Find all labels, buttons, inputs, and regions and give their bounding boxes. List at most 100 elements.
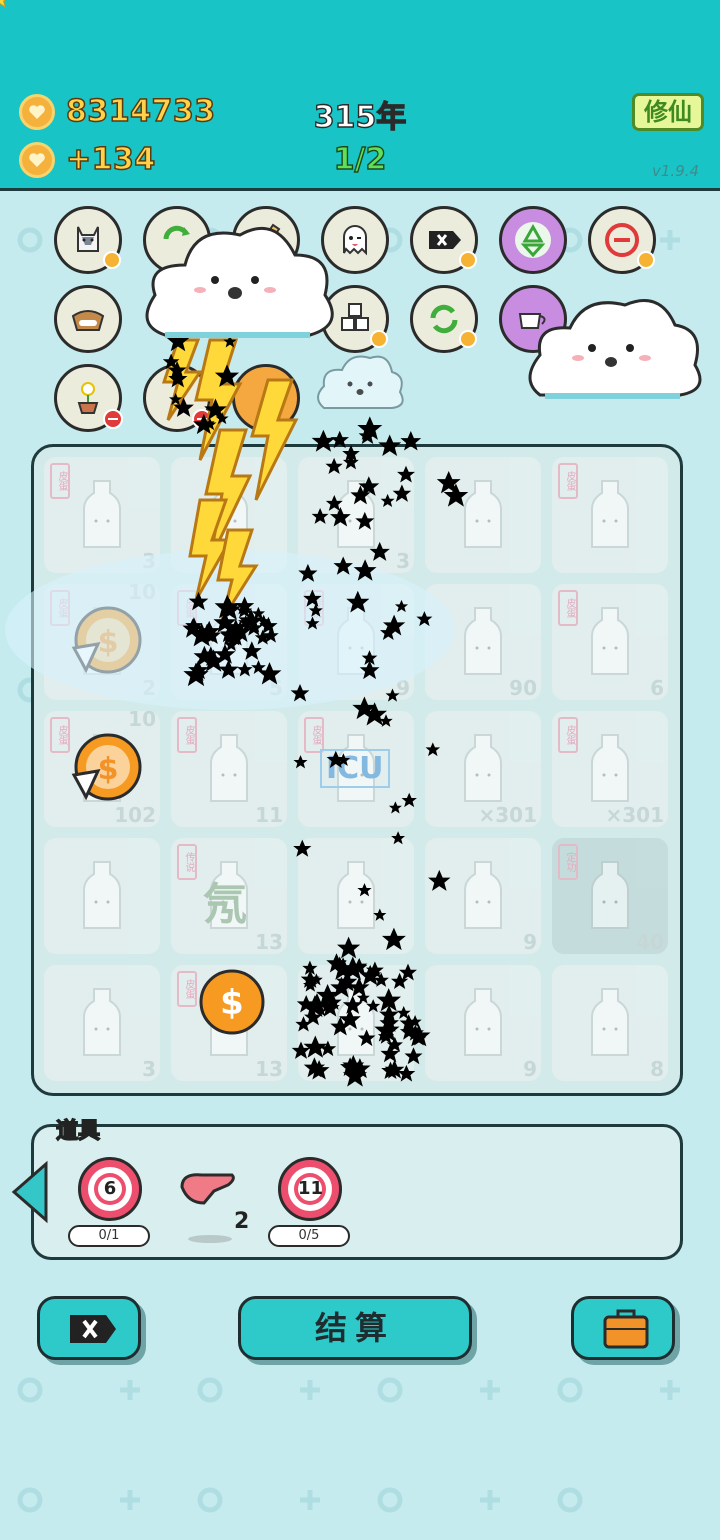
item-art-icon bbox=[464, 988, 502, 1056]
board-cell[interactable] bbox=[425, 457, 541, 573]
coin-slice-icon: $ bbox=[71, 733, 142, 801]
cell-count: 11 bbox=[255, 803, 283, 827]
board-cell[interactable] bbox=[298, 965, 414, 1081]
board-cell[interactable]: 3 bbox=[298, 457, 414, 573]
target-item-value: 6 bbox=[98, 1177, 122, 1201]
dog-food-button[interactable] bbox=[54, 285, 122, 353]
milk-jug-button[interactable] bbox=[499, 285, 567, 353]
arrow-left-icon[interactable] bbox=[8, 1160, 50, 1224]
flower-pot-button[interactable] bbox=[54, 364, 123, 432]
board-cell[interactable] bbox=[298, 838, 414, 954]
board-cell[interactable]: 皮蛋 13 bbox=[171, 965, 287, 1081]
remove-tag-icon bbox=[70, 1315, 116, 1343]
board-cell[interactable]: 皮蛋 ICU bbox=[298, 711, 414, 827]
rarity-tag: 皮蛋 bbox=[558, 590, 578, 626]
refresh-arrow-icon bbox=[163, 225, 190, 240]
game-board: 皮蛋 3 3 皮蛋 皮蛋 10 2 皮蛋 5 传说 9 90 皮蛋 6 皮蛋 10 102 皮蛋 11 皮蛋 ICU ×3… bbox=[31, 444, 683, 1096]
rarity-tag: 皮蛋 bbox=[177, 590, 197, 626]
inventory-button[interactable] bbox=[571, 1296, 675, 1360]
rarity-tag: 传说 bbox=[304, 590, 324, 626]
svg-text:$: $ bbox=[98, 625, 119, 660]
target-item-button[interactable]: 11 bbox=[278, 1157, 342, 1221]
cell-count: 40 bbox=[636, 930, 664, 954]
board-cell[interactable]: 90 bbox=[425, 584, 541, 700]
minus-button[interactable] bbox=[588, 206, 656, 274]
board-cell[interactable]: 皮蛋 bbox=[552, 457, 668, 573]
cultivate-button[interactable]: 修仙 bbox=[632, 93, 704, 131]
income-rate: +134 bbox=[65, 141, 156, 178]
item-art-icon bbox=[464, 734, 502, 802]
minus-badge-icon bbox=[103, 409, 123, 429]
orange-item-button[interactable] bbox=[232, 364, 300, 432]
board-cell[interactable]: 皮蛋 ×301 bbox=[552, 711, 668, 827]
liver-icon[interactable] bbox=[178, 1169, 238, 1209]
heart-badge-icon bbox=[459, 330, 477, 348]
rarity-tag: 皮蛋 bbox=[304, 717, 324, 753]
cycle-button[interactable] bbox=[410, 285, 478, 353]
husky-dog-button[interactable] bbox=[54, 206, 122, 274]
item-art-icon bbox=[337, 988, 375, 1056]
target-item-progress: 0/1 bbox=[68, 1225, 150, 1247]
board-cell[interactable]: 传说 13 氖 bbox=[171, 838, 287, 954]
heart-badge-icon bbox=[103, 251, 121, 269]
rarity-tag: 皮蛋 bbox=[50, 717, 70, 753]
item-art-icon bbox=[464, 861, 502, 929]
cell-count: 3 bbox=[396, 549, 410, 573]
item-art-icon bbox=[83, 861, 121, 929]
cell-count: 9 bbox=[523, 930, 537, 954]
cell-count: 13 bbox=[255, 930, 283, 954]
empty-slot-button[interactable] bbox=[143, 364, 212, 432]
board-cell[interactable]: 皮蛋 5 bbox=[171, 584, 287, 700]
board-cell[interactable]: 皮蛋 3 bbox=[44, 457, 160, 573]
cell-count: 8 bbox=[650, 1057, 664, 1081]
cell-count: ×301 bbox=[605, 803, 664, 827]
board-cell[interactable]: 9 bbox=[425, 965, 541, 1081]
board-cell[interactable]: 3 bbox=[44, 965, 160, 1081]
board-cell[interactable]: 定功 40 bbox=[552, 838, 668, 954]
board-cell[interactable]: 9 bbox=[425, 838, 541, 954]
pencil-icon bbox=[255, 223, 281, 255]
year-counter: 315年 bbox=[313, 99, 407, 135]
item-art-icon bbox=[464, 607, 502, 675]
milk-jug-icon bbox=[518, 313, 546, 329]
item-art-icon bbox=[591, 607, 629, 675]
item-art-icon bbox=[337, 480, 375, 548]
item-art-icon bbox=[210, 607, 248, 675]
cell-top-count: 10 bbox=[128, 580, 156, 604]
refresh-green-button[interactable] bbox=[143, 206, 211, 274]
cell-count: 9 bbox=[396, 676, 410, 700]
board-cell[interactable]: 8 bbox=[552, 965, 668, 1081]
item-art-icon bbox=[337, 861, 375, 929]
sugar-cubes-button[interactable] bbox=[321, 285, 389, 353]
top-bar: 8314733 +134 315年 1/2 修仙 v1.9.4 bbox=[0, 0, 720, 191]
recycle-button[interactable] bbox=[499, 206, 567, 274]
cell-count: ×301 bbox=[478, 803, 537, 827]
item-art-icon bbox=[591, 861, 629, 929]
cell-top-count: 10 bbox=[128, 707, 156, 731]
cell-count: 90 bbox=[509, 676, 537, 700]
board-cell[interactable] bbox=[171, 457, 287, 573]
pencil-button[interactable] bbox=[232, 206, 300, 274]
settle-button[interactable]: 结算 bbox=[238, 1296, 472, 1360]
rarity-tag: 皮蛋 bbox=[177, 717, 197, 753]
cell-count: 13 bbox=[255, 1057, 283, 1081]
board-cell[interactable] bbox=[44, 838, 160, 954]
target-item-button[interactable]: 6 bbox=[78, 1157, 142, 1221]
board-cell[interactable]: ×301 bbox=[425, 711, 541, 827]
cell-count: 3 bbox=[142, 549, 156, 573]
item-art-icon bbox=[83, 480, 121, 548]
rarity-tag: 皮蛋 bbox=[50, 463, 70, 499]
board-cell[interactable]: 传说 9 bbox=[298, 584, 414, 700]
target-item-value: 11 bbox=[298, 1177, 324, 1201]
recycle-icon bbox=[515, 222, 551, 258]
ghost-button[interactable] bbox=[321, 206, 389, 274]
discard-button[interactable] bbox=[37, 1296, 141, 1360]
remove-tag-button[interactable] bbox=[410, 206, 478, 274]
dog-food-bowl-icon bbox=[71, 310, 105, 331]
board-cell[interactable]: 皮蛋 6 bbox=[552, 584, 668, 700]
item-art-icon bbox=[591, 734, 629, 802]
item-art-icon bbox=[591, 480, 629, 548]
board-cell[interactable]: 皮蛋 11 bbox=[171, 711, 287, 827]
item-art-icon bbox=[83, 988, 121, 1056]
item-art-icon bbox=[210, 480, 248, 548]
